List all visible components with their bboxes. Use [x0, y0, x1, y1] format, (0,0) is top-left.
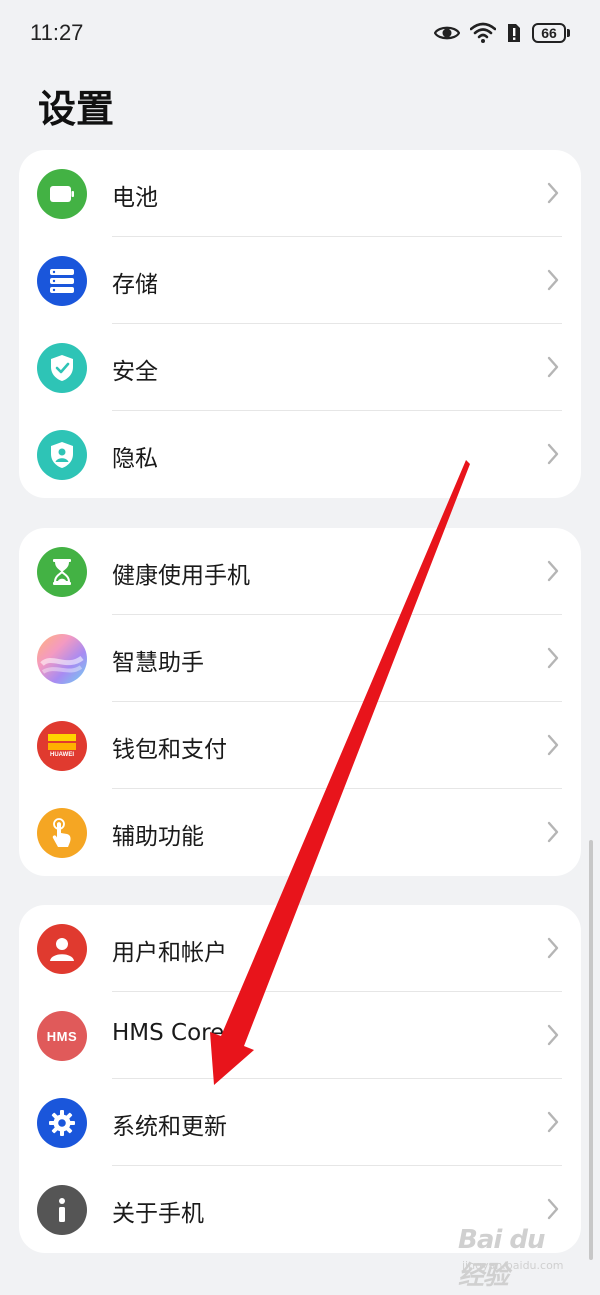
settings-item-label: 电池 — [112, 185, 158, 211]
settings-item-digital-balance[interactable]: 健康使用手机 — [19, 528, 581, 615]
settings-item-accessibility[interactable]: 辅助功能 — [19, 789, 581, 876]
shield-check-icon — [37, 343, 87, 393]
settings-item-label: 存储 — [112, 272, 158, 298]
hourglass-icon — [37, 547, 87, 597]
chevron-right-icon — [547, 647, 559, 669]
settings-item-smart-assistant[interactable]: 智慧助手 — [19, 615, 581, 702]
settings-item-label: 隐私 — [112, 446, 158, 472]
scrollbar[interactable] — [589, 840, 593, 1260]
wallet-badge: HUAWEI — [50, 752, 74, 758]
settings-item-security[interactable]: 安全 — [19, 324, 581, 411]
battery-icon — [37, 169, 87, 219]
chevron-right-icon — [547, 937, 559, 959]
status-time: 11:27 — [30, 20, 84, 45]
hms-badge: HMS — [46, 1028, 78, 1044]
page-title: 设置 — [38, 87, 115, 131]
chevron-right-icon — [547, 1198, 559, 1220]
settings-item-storage[interactable]: 存储 — [19, 237, 581, 324]
chevron-right-icon — [547, 1111, 559, 1133]
user-icon — [37, 924, 87, 974]
wifi-icon — [470, 22, 496, 43]
eye-icon — [434, 26, 460, 40]
watermark-url: jingyan.baidu.com — [462, 1259, 564, 1272]
chevron-right-icon — [547, 182, 559, 204]
chevron-right-icon — [547, 560, 559, 582]
gear-icon — [37, 1098, 87, 1148]
settings-item-label: 钱包和支付 — [112, 737, 227, 763]
settings-item-label: 用户和帐户 — [112, 940, 227, 966]
settings-item-users-accounts[interactable]: 用户和帐户 — [19, 905, 581, 992]
settings-item-label: HMS Core — [112, 1020, 225, 1046]
chevron-right-icon — [547, 821, 559, 843]
chevron-right-icon — [547, 734, 559, 756]
storage-icon — [37, 256, 87, 306]
settings-group-1: 电池 存储 安全 隐私 — [19, 150, 581, 498]
chevron-right-icon — [547, 356, 559, 378]
settings-item-privacy[interactable]: 隐私 — [19, 411, 581, 498]
battery-indicator: 66 — [532, 23, 570, 43]
battery-cap — [567, 29, 570, 37]
settings-item-system-update[interactable]: 系统和更新 — [19, 1079, 581, 1166]
settings-group-2: 健康使用手机 智慧助手 HUAWEI 钱包和支付 辅助功能 — [19, 528, 581, 876]
status-icons: 66 — [434, 22, 570, 44]
settings-item-label: 健康使用手机 — [112, 563, 250, 589]
hand-tap-icon — [37, 808, 87, 858]
alert-sim-icon — [508, 24, 520, 42]
settings-item-hms-core[interactable]: HMS HMS Core — [19, 992, 581, 1079]
settings-item-label: 关于手机 — [112, 1201, 204, 1227]
settings-item-battery[interactable]: 电池 — [19, 150, 581, 237]
assistant-orb-icon — [37, 634, 87, 684]
chevron-right-icon — [547, 1024, 559, 1046]
hms-icon: HMS — [37, 1011, 87, 1061]
settings-group-3: 用户和帐户 HMS HMS Core 系统和更新 关于手机 — [19, 905, 581, 1253]
battery-level: 66 — [532, 23, 566, 43]
watermark: Bai du经验 jingyan.baidu.com — [458, 1225, 568, 1291]
settings-item-label: 智慧助手 — [112, 650, 204, 676]
settings-item-label: 系统和更新 — [112, 1114, 227, 1140]
status-bar: 11:27 66 — [0, 0, 600, 70]
chevron-right-icon — [547, 443, 559, 465]
privacy-shield-icon — [37, 430, 87, 480]
chevron-right-icon — [547, 269, 559, 291]
wallet-icon: HUAWEI — [37, 721, 87, 771]
settings-item-label: 辅助功能 — [112, 824, 204, 850]
settings-item-wallet[interactable]: HUAWEI 钱包和支付 — [19, 702, 581, 789]
settings-item-label: 安全 — [112, 359, 158, 385]
info-icon — [37, 1185, 87, 1235]
